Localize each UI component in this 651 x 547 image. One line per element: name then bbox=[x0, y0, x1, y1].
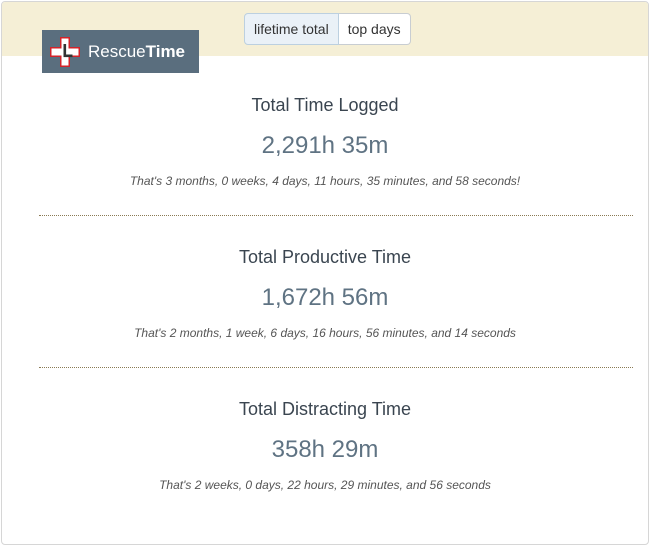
clock-cross-icon bbox=[50, 36, 80, 67]
rescuetime-logo[interactable]: RescueTime bbox=[42, 30, 199, 73]
divider bbox=[39, 215, 633, 216]
section-productive-time: Total Productive Time 1,672h 56m That's … bbox=[2, 247, 648, 340]
section-title: Total Distracting Time bbox=[238, 399, 412, 419]
section-value: 2,291h 35m bbox=[261, 132, 389, 159]
tab-lifetime-total[interactable]: lifetime total bbox=[244, 13, 339, 45]
tab-top-days[interactable]: top days bbox=[338, 13, 411, 45]
view-tabs: lifetime total top days bbox=[244, 13, 411, 45]
section-description: That's 2 months, 1 week, 6 days, 16 hour… bbox=[134, 326, 516, 340]
section-value: 1,672h 56m bbox=[261, 284, 389, 311]
divider bbox=[39, 367, 633, 368]
section-title: Total Time Logged bbox=[251, 95, 399, 115]
section-description: That's 3 months, 0 weeks, 4 days, 11 hou… bbox=[129, 174, 521, 188]
section-description: That's 2 weeks, 0 days, 22 hours, 29 min… bbox=[159, 478, 491, 492]
logo-text: RescueTime bbox=[88, 41, 186, 61]
section-distracting-time: Total Distracting Time 358h 29m That's 2… bbox=[2, 399, 648, 492]
section-total-time: Total Time Logged 2,291h 35m That's 3 mo… bbox=[2, 95, 648, 188]
main-panel: RescueTime lifetime total top days Total… bbox=[1, 1, 649, 545]
section-title: Total Productive Time bbox=[238, 247, 412, 267]
section-value: 358h 29m bbox=[271, 436, 379, 463]
